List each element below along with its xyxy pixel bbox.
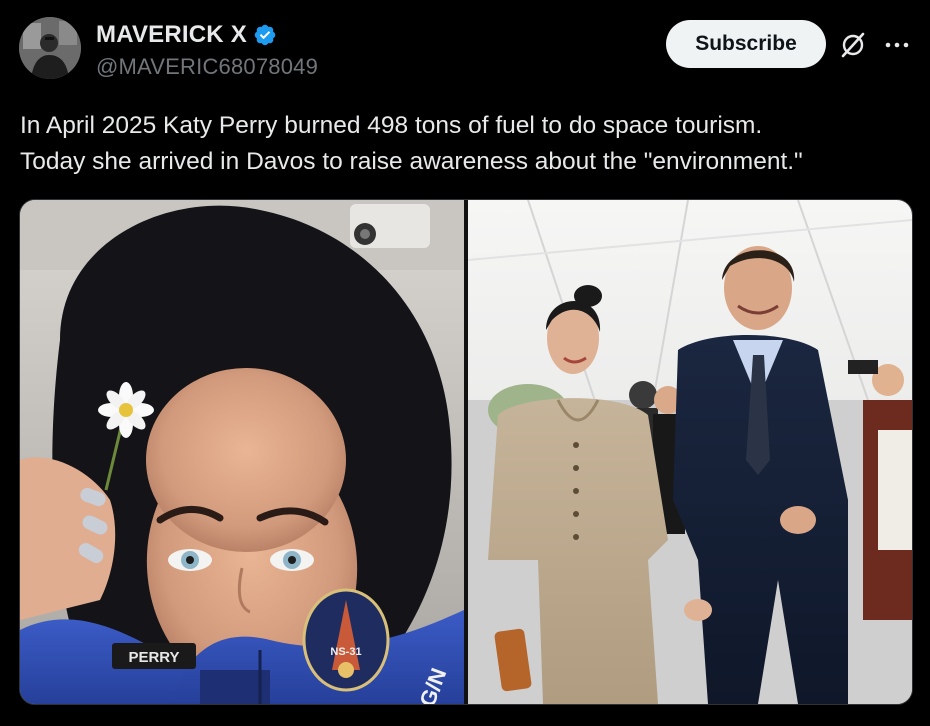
media-photo-right[interactable]	[468, 200, 912, 704]
mission-patch-text: NS-31	[330, 646, 361, 658]
author-name-row: MAVERICK X	[96, 20, 277, 50]
author-display-name[interactable]: MAVERICK X	[96, 21, 247, 49]
post-text-line: In April 2025 Katy Perry burned 498 tons…	[20, 112, 763, 139]
name-patch-text: PERRY	[128, 649, 179, 666]
more-horizontal-icon[interactable]	[882, 34, 912, 56]
post-media[interactable]: PERRY NS-31 G/N	[19, 199, 913, 705]
verified-badge-icon	[254, 24, 276, 46]
author-handle[interactable]: @MAVERIC68078049	[96, 54, 318, 80]
media-photo-left[interactable]: PERRY NS-31 G/N	[20, 200, 464, 704]
post-text-line: Today she arrived in Davos to raise awar…	[20, 148, 803, 175]
post-card: MAVERICK X @MAVERIC68078049 Subscribe In…	[0, 0, 930, 726]
post-text: In April 2025 Katy Perry burned 498 tons…	[20, 108, 910, 180]
grok-icon[interactable]	[838, 30, 868, 60]
author-avatar[interactable]	[19, 17, 81, 79]
subscribe-button[interactable]: Subscribe	[666, 20, 826, 68]
